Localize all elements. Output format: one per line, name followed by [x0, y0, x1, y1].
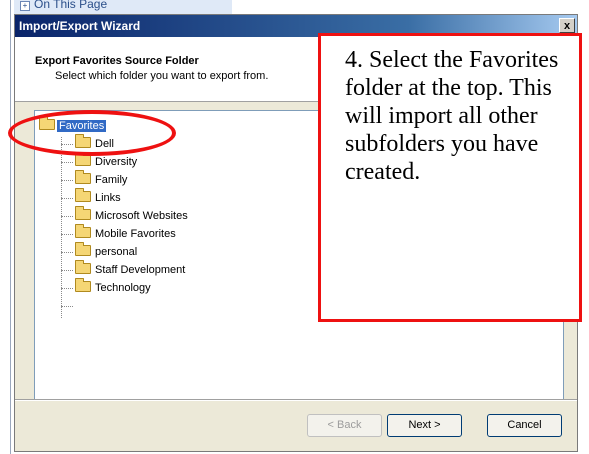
tree-item-label: Mobile Favorites	[95, 228, 176, 240]
tree-item-mobile-favorites[interactable]: Mobile Favorites	[75, 224, 178, 240]
tree-item-microsoft-websites[interactable]: Microsoft Websites	[75, 206, 190, 222]
tree-item-diversity[interactable]: Diversity	[75, 152, 139, 168]
close-icon[interactable]: x	[559, 18, 575, 33]
tree-connector	[61, 288, 73, 289]
tree-connector	[61, 252, 73, 253]
dialog-title: Import/Export Wizard	[19, 19, 141, 33]
tree-connector	[61, 198, 73, 199]
tree-connector	[61, 180, 73, 181]
folder-icon	[75, 152, 91, 166]
callout-text: 4. Select the Favorites folder at the to…	[345, 47, 559, 185]
folder-icon	[75, 278, 91, 292]
folder-icon	[75, 170, 91, 184]
next-button[interactable]: Next >	[387, 414, 462, 437]
highlight-ellipse	[8, 110, 176, 156]
back-button[interactable]: < Back	[307, 414, 382, 437]
tree-item-technology[interactable]: Technology	[75, 278, 153, 294]
tree-item-family[interactable]: Family	[75, 170, 129, 186]
folder-icon	[75, 242, 91, 256]
folder-icon	[75, 206, 91, 220]
wizard-step-title: Export Favorites Source Folder	[35, 55, 199, 67]
tree-item-staff-development[interactable]: Staff Development	[75, 260, 187, 276]
tree-connector	[61, 137, 62, 318]
tree-item-label: Family	[95, 174, 128, 186]
tree-connector	[61, 216, 73, 217]
background-on-this-page-bar[interactable]: + On This Page	[14, 0, 232, 15]
wizard-step-subtitle: Select which folder you want to export f…	[55, 70, 269, 82]
tree-item-label: personal	[95, 246, 138, 258]
tree-item-label: Staff Development	[95, 264, 186, 276]
tree-connector	[61, 306, 73, 307]
folder-icon	[75, 188, 91, 202]
tree-item-links[interactable]: Links	[75, 188, 123, 204]
tree-item-label: Links	[95, 192, 121, 204]
tree-connector	[61, 234, 73, 235]
tree-connector	[61, 270, 73, 271]
tree-item-label: Microsoft Websites	[95, 210, 188, 222]
background-page-border	[10, 0, 11, 454]
folder-icon	[75, 260, 91, 274]
expand-icon[interactable]: +	[20, 1, 30, 11]
on-this-page-link[interactable]: On This Page	[34, 0, 107, 11]
cancel-button[interactable]: Cancel	[487, 414, 562, 437]
instruction-callout: 4. Select the Favorites folder at the to…	[318, 33, 582, 322]
tree-item-personal[interactable]: personal	[75, 242, 139, 258]
tree-item-label: Diversity	[95, 156, 138, 168]
folder-icon	[75, 224, 91, 238]
button-area-divider	[15, 399, 577, 401]
tree-item-label: Technology	[95, 282, 151, 294]
tree-connector	[61, 162, 73, 163]
